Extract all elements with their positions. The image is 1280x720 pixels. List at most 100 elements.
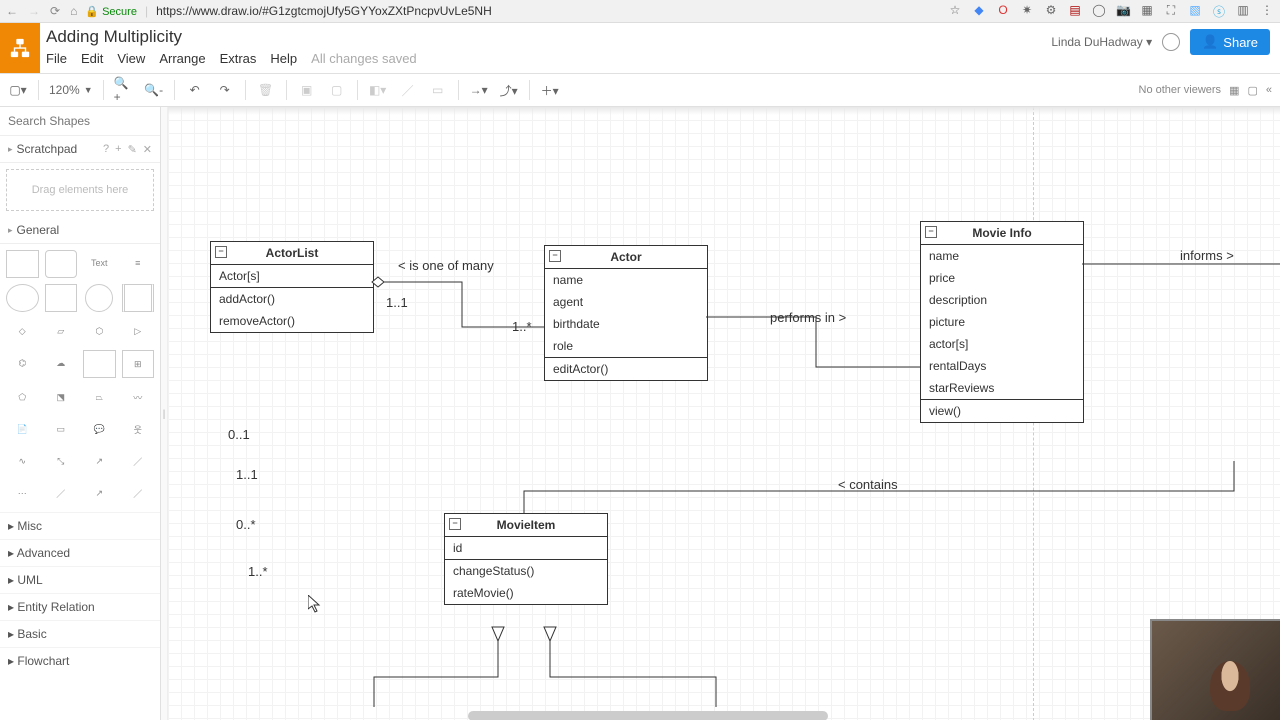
home-icon[interactable]: ⌂ — [70, 4, 77, 18]
horizontal-scrollbar[interactable] — [468, 711, 828, 720]
shape-triangle[interactable]: ▷ — [122, 318, 155, 344]
cursor-icon — [308, 595, 322, 613]
shape-hexagon[interactable]: ⬡ — [83, 318, 116, 344]
shape-process[interactable] — [122, 284, 155, 312]
shadow-icon[interactable]: ▭ — [428, 80, 448, 100]
shape-line2[interactable]: ／ — [45, 480, 78, 506]
zoom-selector[interactable]: 120% ▼ — [49, 83, 93, 97]
collapse-icon[interactable]: − — [925, 226, 937, 238]
shape-card[interactable]: ▭ — [45, 416, 78, 442]
shape-text[interactable]: Text — [83, 250, 116, 276]
shape-textbox[interactable]: ≡ — [122, 250, 155, 276]
shape-internal[interactable]: ⊞ — [122, 350, 155, 378]
attr: starReviews — [921, 377, 1083, 399]
globe-icon[interactable] — [1162, 33, 1180, 51]
share-button[interactable]: 👤Share — [1190, 29, 1270, 55]
scratchpad-section[interactable]: ▸Scratchpad ?+✎✕ — [0, 136, 160, 163]
text-0-1[interactable]: 0..1 — [228, 427, 250, 442]
text-1-star[interactable]: 1..* — [248, 564, 268, 579]
attr: name — [545, 269, 707, 291]
shape-square[interactable] — [45, 284, 78, 312]
shape-actor[interactable]: 웃 — [122, 416, 155, 442]
menu-extras[interactable]: Extras — [220, 51, 257, 66]
toback-icon[interactable]: ▢ — [327, 80, 347, 100]
url-bar[interactable]: https://www.draw.io/#G1zgtcmojUfy5GYYoxZ… — [156, 4, 492, 18]
shape-cloud[interactable]: ☁ — [45, 350, 78, 376]
shape-rect[interactable] — [6, 250, 39, 278]
shape-document[interactable] — [83, 350, 116, 378]
shape-line1[interactable]: ／ — [122, 448, 155, 474]
menu-view[interactable]: View — [117, 51, 145, 66]
cat-entity[interactable]: ▸ Entity Relation — [0, 593, 160, 620]
collapse-icon[interactable]: − — [449, 518, 461, 530]
close-scratch-icon[interactable]: ✕ — [143, 143, 152, 156]
cat-flowchart[interactable]: ▸ Flowchart — [0, 647, 160, 674]
user-name[interactable]: Linda DuHadway ▾ — [1051, 35, 1152, 49]
waypoint-icon[interactable]: ⤴▾ — [499, 80, 519, 100]
cat-advanced[interactable]: ▸ Advanced — [0, 539, 160, 566]
menu-arrange[interactable]: Arrange — [159, 51, 205, 66]
shape-trapezoid[interactable]: ⏢ — [83, 384, 116, 410]
menu-file[interactable]: File — [46, 51, 67, 66]
class-movieitem[interactable]: −MovieItem id changeStatus() rateMovie() — [444, 513, 608, 605]
undo-icon[interactable]: ↶ — [185, 80, 205, 100]
class-actorlist[interactable]: −ActorList Actor[s] addActor() removeAct… — [210, 241, 374, 333]
shape-circle[interactable] — [85, 284, 113, 312]
format-panel-icon[interactable]: ▦ — [1229, 84, 1239, 97]
shape-biconn[interactable]: ↗ — [83, 480, 116, 506]
document-title[interactable]: Adding Multiplicity — [46, 23, 1041, 47]
back-icon[interactable]: ← — [6, 4, 18, 18]
zoom-out-icon[interactable]: 🔍- — [144, 80, 164, 100]
shape-callout[interactable]: 💬 — [83, 416, 116, 442]
shape-dashed[interactable]: ⋯ — [6, 480, 39, 506]
shape-parallelogram[interactable]: ▱ — [45, 318, 78, 344]
webcam-overlay — [1150, 619, 1280, 720]
shape-cube[interactable]: ⬠ — [6, 384, 39, 410]
text-1-1[interactable]: 1..1 — [236, 467, 258, 482]
help-icon[interactable]: ? — [103, 143, 109, 156]
line-icon[interactable]: ／ — [398, 80, 418, 100]
collapse-icon[interactable]: − — [215, 246, 227, 258]
app-logo[interactable] — [0, 23, 40, 73]
general-section[interactable]: ▸General — [0, 217, 160, 244]
forward-icon[interactable]: → — [28, 4, 40, 18]
shape-note[interactable]: 📄 — [6, 416, 39, 442]
collapse-icon[interactable]: « — [1266, 84, 1272, 96]
redo-icon[interactable]: ↷ — [215, 80, 235, 100]
star-icon[interactable]: ☆ — [948, 3, 962, 20]
shape-conn[interactable]: ／ — [122, 480, 155, 506]
shape-diamond[interactable]: ◇ — [6, 318, 39, 344]
search-shapes-input[interactable] — [6, 113, 161, 129]
shape-cylinder[interactable]: ⌬ — [6, 350, 39, 376]
scratchpad-dropzone[interactable]: Drag elements here — [6, 169, 154, 211]
cat-misc[interactable]: ▸ Misc — [0, 512, 160, 539]
zoom-in-icon[interactable]: 🔍+ — [114, 80, 134, 100]
tofront-icon[interactable]: ▣ — [297, 80, 317, 100]
sidebar-splitter[interactable]: ┃ — [161, 107, 168, 720]
canvas[interactable]: −ActorList Actor[s] addActor() removeAct… — [168, 107, 1280, 720]
outline-icon[interactable]: ▢ — [1247, 84, 1257, 97]
page-view-button[interactable]: ▢▾ — [8, 80, 28, 100]
edit-scratch-icon[interactable]: ✎ — [128, 143, 137, 156]
shape-ellipse[interactable] — [6, 284, 39, 312]
class-movieinfo[interactable]: −Movie Info name price description pictu… — [920, 221, 1084, 423]
add-icon[interactable]: ＋▾ — [540, 80, 560, 100]
collapse-icon[interactable]: − — [549, 250, 561, 262]
shape-curve[interactable]: ∿ — [6, 448, 39, 474]
shape-step[interactable]: ⬔ — [45, 384, 78, 410]
shape-biarrow[interactable]: ⤡ — [45, 448, 78, 474]
class-actor[interactable]: −Actor name agent birthdate role editAct… — [544, 245, 708, 381]
cat-uml[interactable]: ▸ UML — [0, 566, 160, 593]
text-0-star[interactable]: 0..* — [236, 517, 256, 532]
add-scratch-icon[interactable]: + — [115, 143, 121, 156]
menu-edit[interactable]: Edit — [81, 51, 103, 66]
fill-icon[interactable]: ◧▾ — [368, 80, 388, 100]
connection-icon[interactable]: →▾ — [469, 80, 489, 100]
delete-icon[interactable]: 🗑 — [256, 80, 276, 100]
shape-tape[interactable]: 〰 — [122, 384, 155, 410]
reload-icon[interactable]: ⟳ — [50, 4, 60, 18]
shape-arrow[interactable]: ↗ — [83, 448, 116, 474]
cat-basic[interactable]: ▸ Basic — [0, 620, 160, 647]
menu-help[interactable]: Help — [270, 51, 297, 66]
shape-rounded[interactable] — [45, 250, 78, 278]
